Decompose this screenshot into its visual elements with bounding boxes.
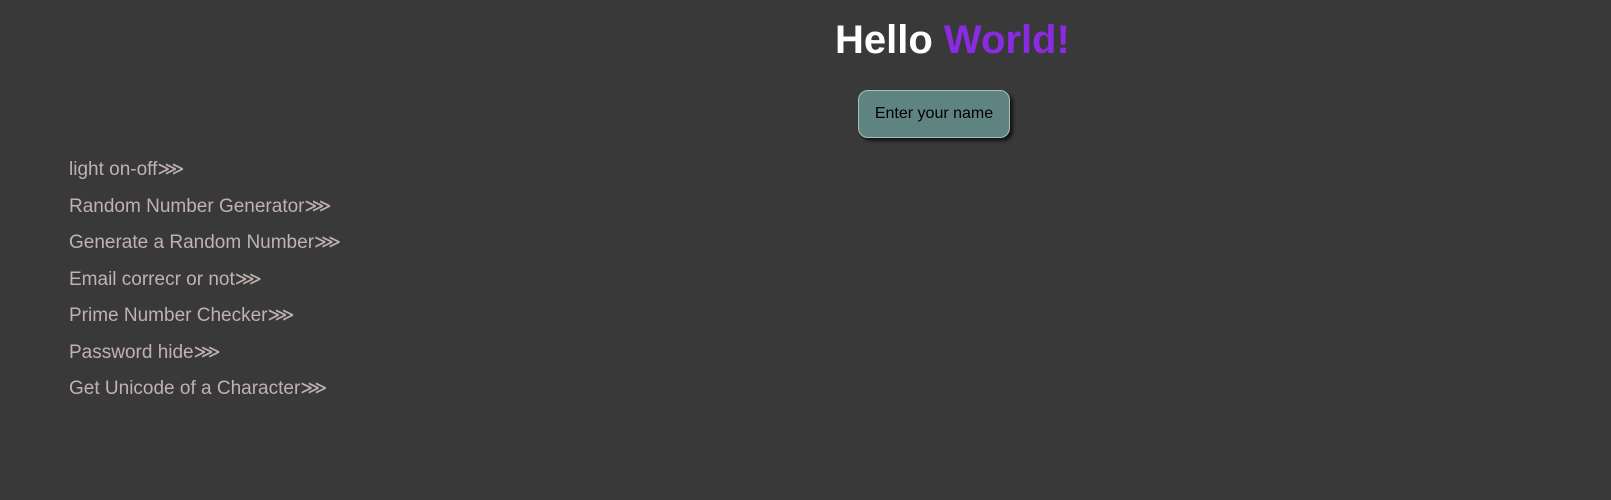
double-arrow-icon: ⋙ (314, 232, 342, 253)
list-item: Prime Number Checker⋙ (69, 298, 341, 335)
title-hello: Hello (835, 18, 944, 62)
link-label: Random Number Generator (69, 195, 305, 217)
link-label: light on-off (69, 159, 158, 180)
list-item: light on-off⋙ (69, 152, 341, 189)
list-item: Password hide⋙ (69, 335, 341, 372)
link-get-unicode[interactable]: Get Unicode of a Character⋙ (69, 378, 327, 399)
link-password-hide[interactable]: Password hide⋙ (69, 342, 221, 363)
header: Hello World! Enter your name (0, 0, 1611, 138)
project-link-list: light on-off⋙ Random Number Generator⋙ G… (69, 152, 341, 408)
double-arrow-icon: ⋙ (234, 268, 262, 290)
link-email-check[interactable]: Email correcr or not⋙ (69, 269, 262, 290)
list-item: Random Number Generator⋙ (69, 189, 341, 226)
enter-name-button[interactable]: Enter your name (858, 90, 1010, 138)
link-label: Get Unicode of a Character (69, 378, 301, 399)
double-arrow-icon: ⋙ (300, 378, 328, 399)
list-item: Generate a Random Number⋙ (69, 225, 341, 262)
page-title: Hello World! (835, 16, 1070, 64)
list-item: Email correcr or not⋙ (69, 262, 341, 299)
link-label: Email correcr or not (69, 268, 235, 290)
link-label: Prime Number Checker (69, 305, 268, 326)
double-arrow-icon: ⋙ (267, 305, 295, 326)
link-label: Password hide (69, 341, 194, 363)
double-arrow-icon: ⋙ (157, 159, 185, 180)
double-arrow-icon: ⋙ (193, 341, 221, 363)
link-prime-number-checker[interactable]: Prime Number Checker⋙ (69, 305, 295, 326)
link-random-number-generator[interactable]: Random Number Generator⋙ (69, 196, 332, 217)
link-generate-random-number[interactable]: Generate a Random Number⋙ (69, 232, 341, 253)
list-item: Get Unicode of a Character⋙ (69, 371, 341, 408)
double-arrow-icon: ⋙ (304, 195, 332, 217)
link-label: Generate a Random Number (69, 232, 315, 253)
link-light-on-off[interactable]: light on-off⋙ (69, 159, 184, 180)
title-world: World! (943, 18, 1070, 62)
